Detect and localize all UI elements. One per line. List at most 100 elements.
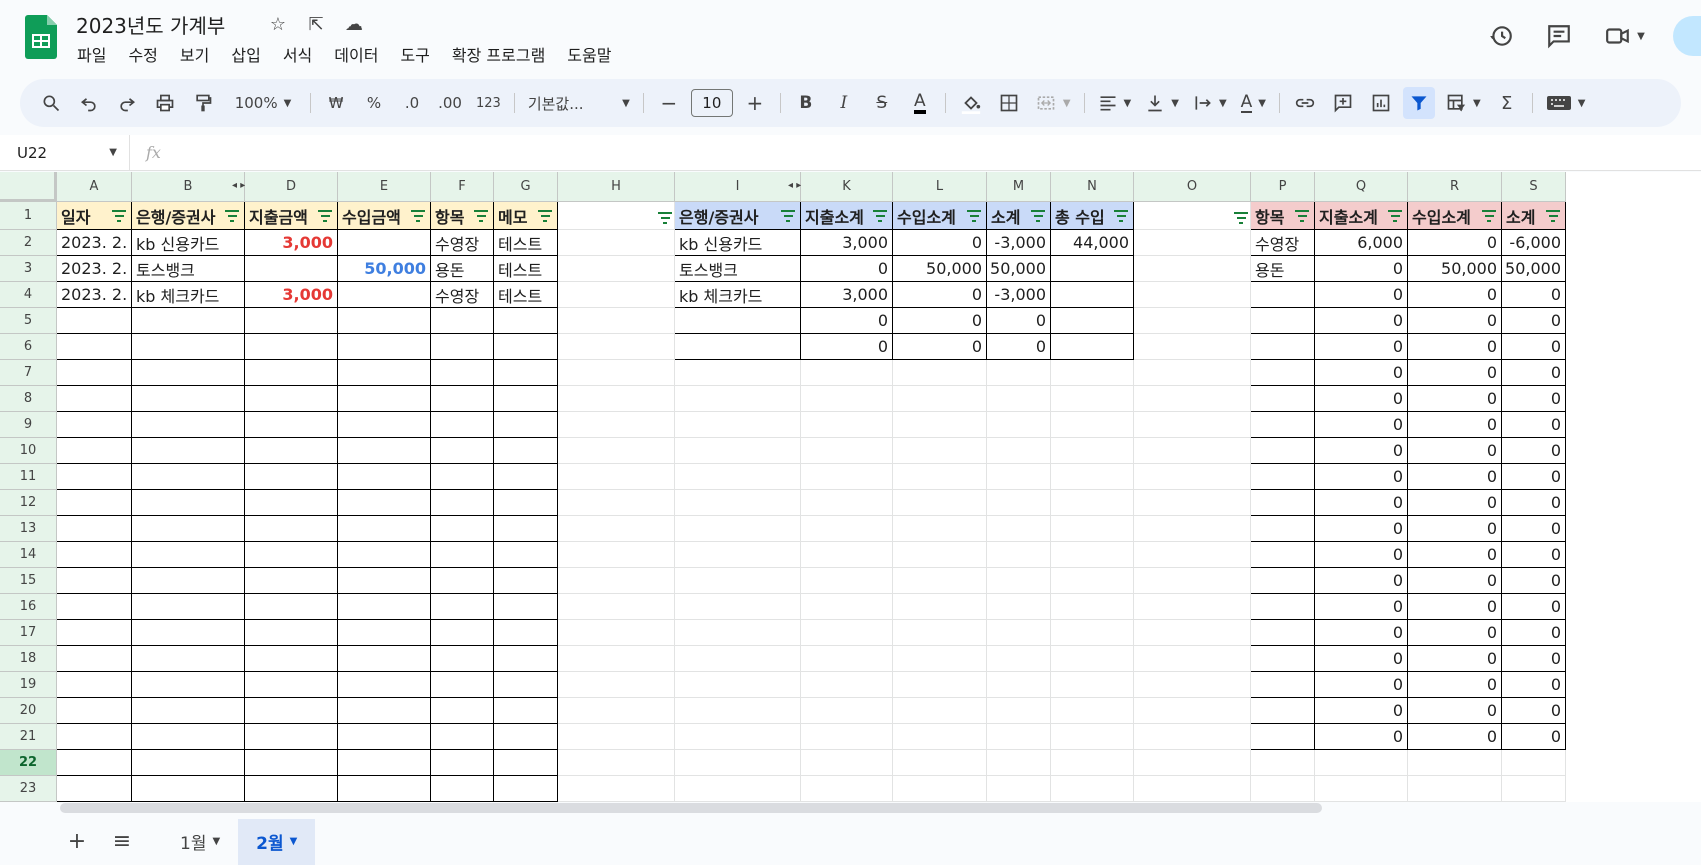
search-menus-icon[interactable] [35,87,67,119]
table1-cell[interactable] [494,438,558,464]
empty-cell[interactable] [1134,698,1251,724]
empty-cell[interactable] [987,542,1051,568]
empty-cell[interactable] [1051,568,1134,594]
table1-cell[interactable] [132,438,245,464]
column-header[interactable]: A [57,172,132,202]
table2-header-cell[interactable]: 은행/증권사 [675,202,801,230]
table2-cell[interactable]: 0 [801,334,893,360]
table3-cell[interactable]: 0 [1315,386,1408,412]
table1-cell[interactable] [338,282,431,308]
table3-cell[interactable]: 50,000 [1408,256,1502,282]
table1-cell[interactable] [245,750,338,776]
table1-cell[interactable] [245,776,338,802]
spreadsheet-grid[interactable]: A B ◂ ▸ D E F G H I ◂ ▸ K L M N O P Q R S 1 2 3 4 5 6 7 8 9 10 11 12 13… [0,172,1701,802]
empty-cell[interactable] [893,568,987,594]
table3-cell[interactable]: 0 [1408,360,1502,386]
row-header[interactable]: 22 [0,750,57,776]
empty-cell[interactable] [558,386,675,412]
empty-cell[interactable] [987,464,1051,490]
font-select[interactable]: 기본값... ▼ [524,87,634,119]
table1-cell[interactable] [494,568,558,594]
table2-cell[interactable] [675,334,801,360]
empty-cell[interactable] [1134,464,1251,490]
table1-cell[interactable]: 2023. 2. 1 [57,256,132,282]
empty-cell[interactable] [675,568,801,594]
move-folder-icon[interactable]: ⇱ [304,14,328,35]
empty-cell[interactable] [801,386,893,412]
empty-cell[interactable] [987,386,1051,412]
table1-cell[interactable] [245,490,338,516]
empty-cell[interactable] [801,516,893,542]
empty-cell[interactable] [675,490,801,516]
empty-cell[interactable] [893,360,987,386]
table1-cell[interactable] [245,568,338,594]
filter-icon[interactable] [410,209,426,222]
horizontal-scrollbar[interactable] [60,803,1322,813]
table1-cell[interactable] [338,360,431,386]
row-header[interactable]: 14 [0,542,57,568]
table1-cell[interactable] [132,594,245,620]
empty-cell[interactable] [801,360,893,386]
decrease-font-size-icon[interactable]: − [653,87,685,119]
table2-cell[interactable]: 0 [987,308,1051,334]
empty-cell[interactable] [558,490,675,516]
empty-cell[interactable] [1051,542,1134,568]
table1-cell[interactable] [132,776,245,802]
table3-cell[interactable]: -6,000 [1502,230,1566,256]
empty-cell[interactable] [1051,776,1134,802]
table1-cell[interactable] [338,568,431,594]
table2-cell[interactable]: -3,000 [987,230,1051,256]
strikethrough-icon[interactable]: S [866,87,898,119]
empty-cell[interactable] [558,438,675,464]
table1-cell[interactable] [132,620,245,646]
empty-cell[interactable] [893,490,987,516]
empty-cell[interactable] [675,412,801,438]
table1-cell[interactable] [245,542,338,568]
table1-cell[interactable]: 테스트 [494,282,558,308]
empty-cell[interactable] [987,360,1051,386]
table1-cell[interactable] [494,750,558,776]
table3-cell[interactable]: 0 [1408,386,1502,412]
increase-font-size-icon[interactable]: + [739,87,771,119]
table2-cell[interactable]: 0 [987,334,1051,360]
empty-cell[interactable] [987,698,1051,724]
table1-cell[interactable] [132,750,245,776]
paint-format-icon[interactable] [187,87,219,119]
empty-cell[interactable] [1051,646,1134,672]
empty-cell[interactable] [893,386,987,412]
empty-cell[interactable] [1051,464,1134,490]
table1-cell[interactable] [338,334,431,360]
row-header[interactable]: 8 [0,386,57,412]
table1-cell[interactable] [245,646,338,672]
table2-cell[interactable]: 0 [801,256,893,282]
table1-cell[interactable]: 테스트 [494,256,558,282]
table2-cell[interactable] [1051,256,1134,282]
table2-header-cell[interactable]: 지출소계 [801,202,893,230]
column-header[interactable]: H [558,172,675,202]
table1-cell[interactable] [338,594,431,620]
empty-cell[interactable] [1408,776,1502,802]
table3-cell[interactable]: 0 [1315,334,1408,360]
empty-cell[interactable] [558,360,675,386]
table1-cell[interactable] [338,542,431,568]
filter-icon[interactable] [1113,209,1129,222]
filter-icon[interactable] [473,209,489,222]
row-header[interactable]: 6 [0,334,57,360]
table1-cell[interactable] [132,464,245,490]
empty-cell[interactable] [558,464,675,490]
table1-cell[interactable] [132,516,245,542]
table3-cell[interactable]: 0 [1315,464,1408,490]
empty-cell[interactable] [893,464,987,490]
empty-cell[interactable] [801,490,893,516]
table1-cell[interactable] [245,256,338,282]
empty-cell[interactable] [987,724,1051,750]
table3-cell[interactable]: 0 [1315,360,1408,386]
text-color-icon[interactable]: A [904,87,936,119]
table1-cell[interactable] [132,490,245,516]
table1-cell[interactable] [57,490,132,516]
empty-cell[interactable] [558,672,675,698]
empty-cell[interactable] [1408,750,1502,776]
empty-cell[interactable] [1134,230,1251,256]
decrease-decimal-button[interactable]: .0 [396,87,428,119]
empty-cell[interactable] [1134,724,1251,750]
